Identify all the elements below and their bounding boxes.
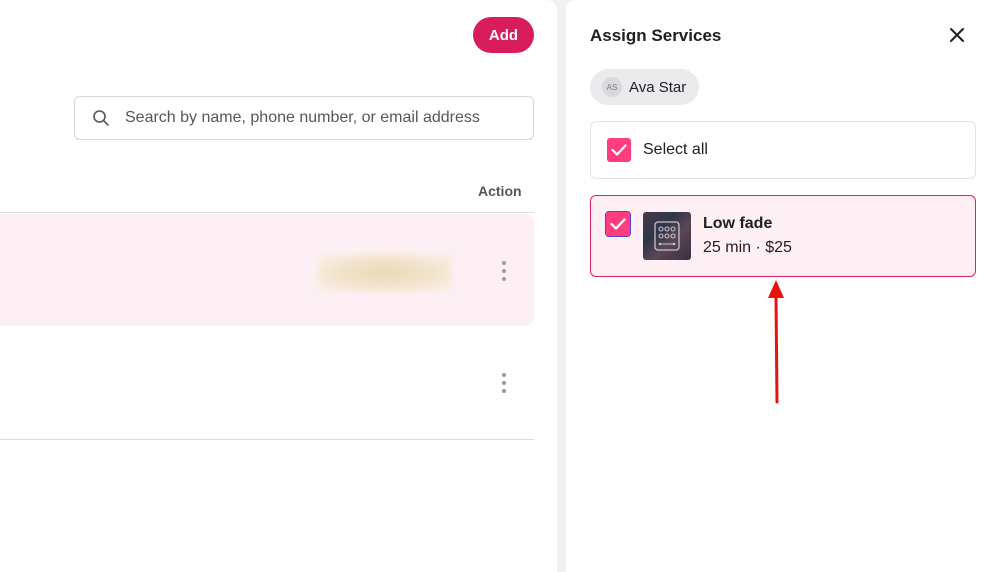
team-list-panel: Add Action [0, 0, 557, 572]
avatar: AS [602, 77, 622, 97]
column-header-action: Action [478, 183, 522, 199]
service-duration-price: 25 min · $25 [703, 239, 792, 256]
checkmark-icon [610, 218, 626, 230]
service-image-icon [654, 221, 680, 251]
table-row[interactable] [0, 327, 534, 439]
kebab-dot [502, 277, 506, 281]
close-icon[interactable] [946, 24, 968, 46]
table-row[interactable] [0, 214, 534, 326]
kebab-dot [502, 269, 506, 273]
table-row-divider [0, 439, 534, 440]
search-icon [93, 110, 109, 126]
blurred-cell [318, 254, 452, 292]
staff-chip: AS Ava Star [590, 69, 700, 105]
row-menu-button[interactable] [497, 259, 511, 283]
kebab-dot [502, 261, 506, 265]
service-item-low-fade[interactable]: Low fade 25 min · $25 [590, 195, 976, 277]
select-all-checkbox[interactable] [607, 138, 631, 162]
row-menu-button[interactable] [497, 371, 511, 395]
checkmark-icon [611, 144, 627, 156]
kebab-dot [502, 381, 506, 385]
search-field[interactable] [74, 96, 534, 140]
service-name: Low fade [703, 215, 773, 232]
add-button[interactable]: Add [473, 17, 534, 53]
service-checkbox[interactable] [605, 211, 631, 237]
search-input[interactable] [125, 97, 525, 139]
staff-name: Ava Star [629, 78, 687, 96]
select-all-option[interactable]: Select all [590, 121, 976, 179]
kebab-dot [502, 373, 506, 377]
panel-title: Assign Services [590, 26, 722, 45]
table-header-divider [0, 212, 534, 213]
service-thumbnail [643, 212, 691, 260]
select-all-label: Select all [643, 141, 708, 158]
kebab-dot [502, 389, 506, 393]
annotation-arrow-icon [768, 280, 784, 404]
